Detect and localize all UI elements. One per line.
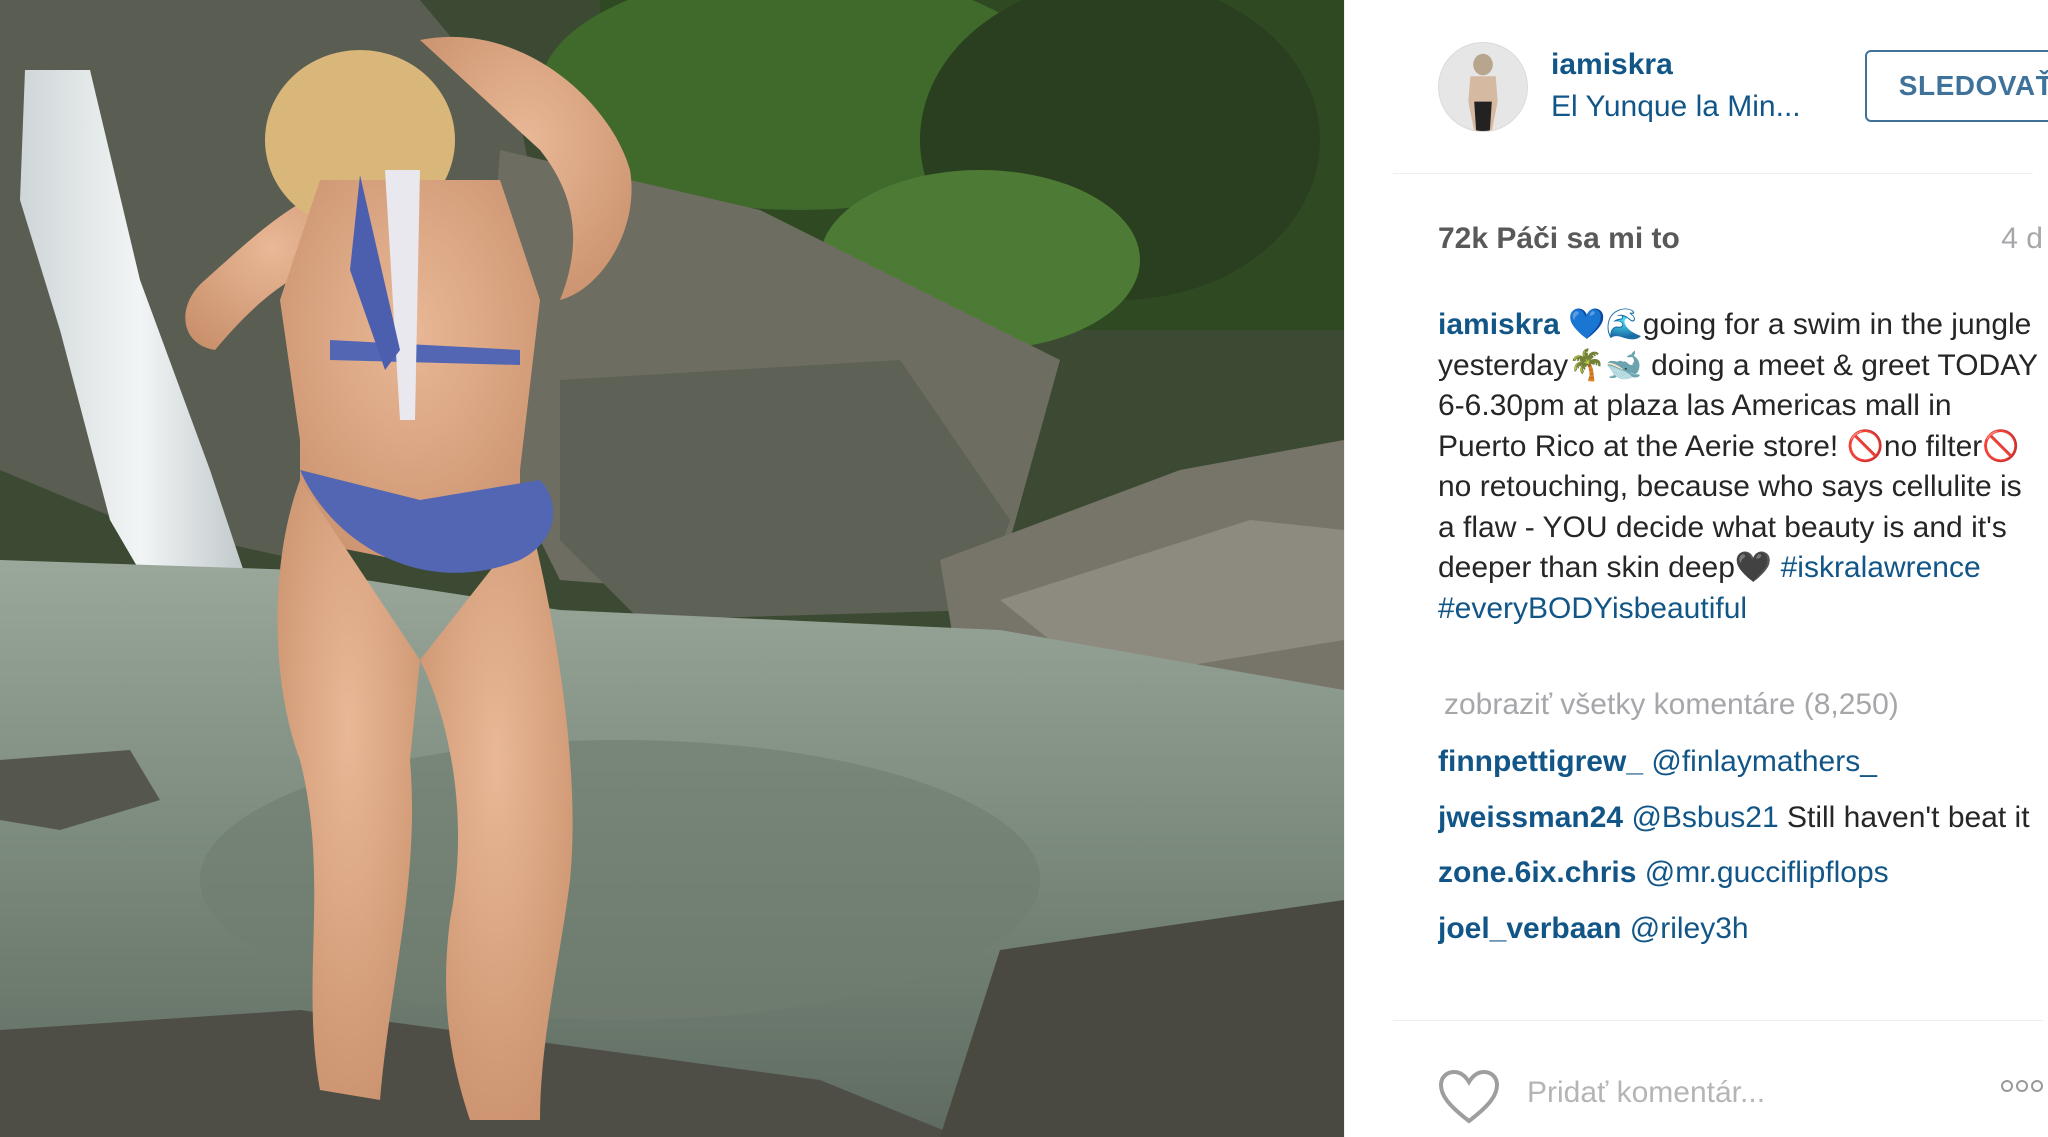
comment-item: zone.6ix.chris @mr.gucciflipflops — [1438, 853, 2043, 894]
post-stats: 72k Páči sa mi to 4 d — [1393, 222, 2043, 262]
hashtag-link[interactable]: #everyBODYisbeautiful — [1438, 592, 1747, 625]
comment-mention-link[interactable]: @mr.gucciflipflops — [1645, 856, 1889, 889]
caption-text: 💙🌊going for a swim in the jungle yesterd… — [1438, 308, 2038, 584]
comment-mention-link[interactable]: @Bsbus21 — [1631, 801, 1778, 834]
add-comment-input[interactable] — [1527, 1061, 1947, 1125]
caption-username-link[interactable]: iamiskra — [1438, 308, 1560, 341]
post-age[interactable]: 4 d — [2001, 222, 2043, 256]
follow-button[interactable]: SLEDOVAŤ — [1865, 50, 2048, 122]
likes-count[interactable]: 72k Páči sa mi to — [1438, 222, 1680, 256]
location-link[interactable]: El Yunque la Min... — [1551, 90, 1801, 124]
comments-list: finnpettigrew_ @finlaymathers_ jweissman… — [1438, 742, 2043, 1016]
comment-item: joel_verbaan @riley3h — [1438, 909, 2043, 950]
post-details-panel: iamiskra El Yunque la Min... SLEDOVAŤ 72… — [1344, 0, 2048, 1137]
avatar[interactable] — [1438, 42, 1528, 132]
post-caption: iamiskra 💙🌊going for a swim in the jungl… — [1438, 305, 2043, 629]
comment-mention-link[interactable]: @riley3h — [1630, 912, 1749, 945]
comment-item: finnpettigrew_ @finlaymathers_ — [1438, 742, 2043, 783]
comment-username-link[interactable]: joel_verbaan — [1438, 912, 1621, 945]
comment-footer — [1393, 1020, 2043, 1137]
avatar-image — [1439, 43, 1527, 131]
heart-icon[interactable] — [1438, 1069, 1500, 1125]
hashtag-link[interactable]: #iskralawrence — [1781, 551, 1981, 584]
comment-item: jweissman24 @Bsbus21 Still haven't beat … — [1438, 798, 2043, 839]
post-header: iamiskra El Yunque la Min... SLEDOVAŤ — [1393, 38, 2048, 174]
post-photo[interactable] — [0, 0, 1344, 1137]
comment-username-link[interactable]: finnpettigrew_ — [1438, 745, 1643, 778]
more-options-icon[interactable] — [2001, 1079, 2048, 1109]
post-username-link[interactable]: iamiskra — [1551, 48, 1673, 82]
comment-username-link[interactable]: zone.6ix.chris — [1438, 856, 1636, 889]
comment-username-link[interactable]: jweissman24 — [1438, 801, 1623, 834]
comment-mention-link[interactable]: @finlaymathers_ — [1651, 745, 1877, 778]
view-all-comments-link[interactable]: zobraziť všetky komentáre (8,250) — [1444, 688, 1899, 722]
comment-text: Still haven't beat it — [1778, 800, 2030, 834]
photo-illustration — [0, 0, 1344, 1137]
